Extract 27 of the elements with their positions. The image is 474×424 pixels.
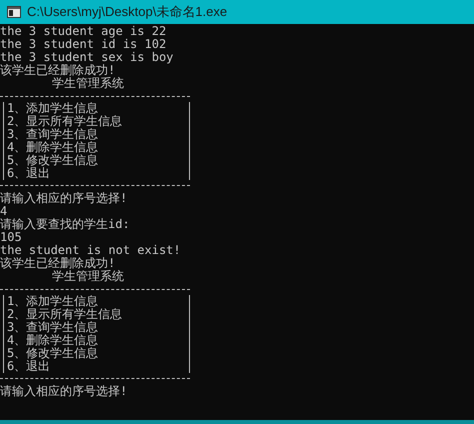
console-line: 请输入相应的序号选择! xyxy=(0,191,128,205)
console-icon xyxy=(7,6,21,18)
console-line: the 3 student age is 22 xyxy=(0,24,166,38)
console-line: 学生管理系统 xyxy=(52,76,124,90)
console-line: 1、添加学生信息 xyxy=(7,294,98,308)
console-line: 学生管理系统 xyxy=(52,269,124,283)
console-line: 5、修改学生信息 xyxy=(7,153,98,167)
console-line: 该学生已经删除成功! xyxy=(0,63,116,77)
console-line: 请输入要查找的学生id: xyxy=(0,217,130,231)
console-line: 3、查询学生信息 xyxy=(7,320,98,334)
console-line: the 3 student id is 102 xyxy=(0,37,166,51)
console-line: the 3 student sex is boy xyxy=(0,50,174,64)
console-line: 1、添加学生信息 xyxy=(7,101,98,115)
console-line: the student is not exist! xyxy=(0,243,181,257)
console-line: 2、显示所有学生信息 xyxy=(7,114,122,128)
console-line: 105 xyxy=(0,230,22,244)
console-line: 4、删除学生信息 xyxy=(7,140,98,154)
window-title: C:\Users\myj\Desktop\未命名1.exe xyxy=(27,3,228,22)
console-line: 3、查询学生信息 xyxy=(7,127,98,141)
console-line: 4 xyxy=(0,204,8,218)
console-line: 6、退出 xyxy=(7,359,50,373)
console-line: 6、退出 xyxy=(7,166,50,180)
console-line: 5、修改学生信息 xyxy=(7,346,98,360)
console-line: 2、显示所有学生信息 xyxy=(7,307,122,321)
console-line: 4、删除学生信息 xyxy=(7,333,98,347)
console-line: 请输入相应的序号选择! xyxy=(0,384,128,398)
console-line: 该学生已经删除成功! xyxy=(0,256,116,270)
